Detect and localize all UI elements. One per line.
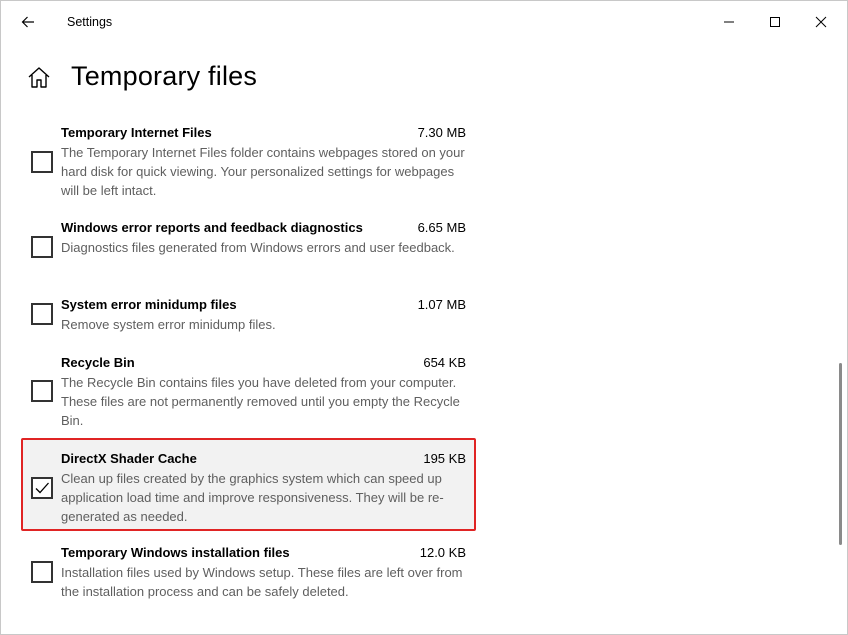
back-arrow-icon	[21, 16, 34, 28]
item-size: 654 KB	[423, 355, 466, 370]
item-size: 12.0 KB	[419, 545, 466, 560]
maximize-button[interactable]	[752, 1, 798, 43]
scrollbar-thumb[interactable]	[839, 363, 842, 545]
list-item-windows-error-reports: Windows error reports and feedback diagn…	[21, 214, 476, 282]
item-description: Installation files used by Windows setup…	[61, 565, 463, 599]
checkbox-directx-shader-cache[interactable]	[31, 477, 53, 499]
item-name: Temporary Internet Files	[61, 125, 212, 140]
checkbox-windows-error-reports[interactable]	[31, 236, 53, 258]
list-item-recycle-bin: Recycle Bin 654 KB The Recycle Bin conta…	[21, 349, 476, 435]
checkbox-recycle-bin[interactable]	[31, 380, 53, 402]
app-title: Settings	[67, 15, 113, 29]
item-size: 7.30 MB	[417, 125, 466, 140]
list-item-temporary-internet-files: Temporary Internet Files 7.30 MB The Tem…	[21, 119, 476, 205]
minimize-icon	[724, 21, 734, 23]
list-item-system-error-minidump: System error minidump files 1.07 MB Remo…	[21, 291, 476, 339]
close-icon	[815, 16, 827, 28]
close-button[interactable]	[798, 1, 844, 43]
list-item-directx-shader-cache: DirectX Shader Cache 195 KB Clean up fil…	[21, 438, 476, 531]
list-item-temporary-windows-installation-files: Temporary Windows installation files 12.…	[21, 539, 476, 607]
maximize-icon	[770, 17, 780, 27]
item-name: System error minidump files	[61, 297, 237, 312]
item-description: Clean up files created by the graphics s…	[61, 471, 444, 524]
title-bar: Settings	[1, 1, 847, 43]
item-size: 1.07 MB	[417, 297, 466, 312]
item-name: Recycle Bin	[61, 355, 135, 370]
item-description: The Temporary Internet Files folder cont…	[61, 145, 465, 198]
checkbox-temporary-internet-files[interactable]	[31, 151, 53, 173]
item-name: DirectX Shader Cache	[61, 451, 197, 466]
item-name: Temporary Windows installation files	[61, 545, 290, 560]
checkbox-system-error-minidump[interactable]	[31, 303, 53, 325]
checkbox-temporary-windows-installation-files[interactable]	[31, 561, 53, 583]
item-description: Diagnostics files generated from Windows…	[61, 240, 455, 255]
back-button[interactable]	[11, 7, 45, 37]
page-title: Temporary files	[71, 61, 258, 91]
item-name: Windows error reports and feedback diagn…	[61, 220, 363, 235]
item-description: Remove system error minidump files.	[61, 317, 276, 332]
item-description: The Recycle Bin contains files you have …	[61, 375, 460, 428]
minimize-button[interactable]	[706, 1, 752, 43]
settings-window: Settings Temporary files Temporary Inter…	[0, 0, 848, 635]
home-icon[interactable]	[26, 65, 52, 91]
item-size: 6.65 MB	[417, 220, 466, 235]
item-size: 195 KB	[423, 451, 466, 466]
checkmark-icon	[35, 482, 49, 494]
